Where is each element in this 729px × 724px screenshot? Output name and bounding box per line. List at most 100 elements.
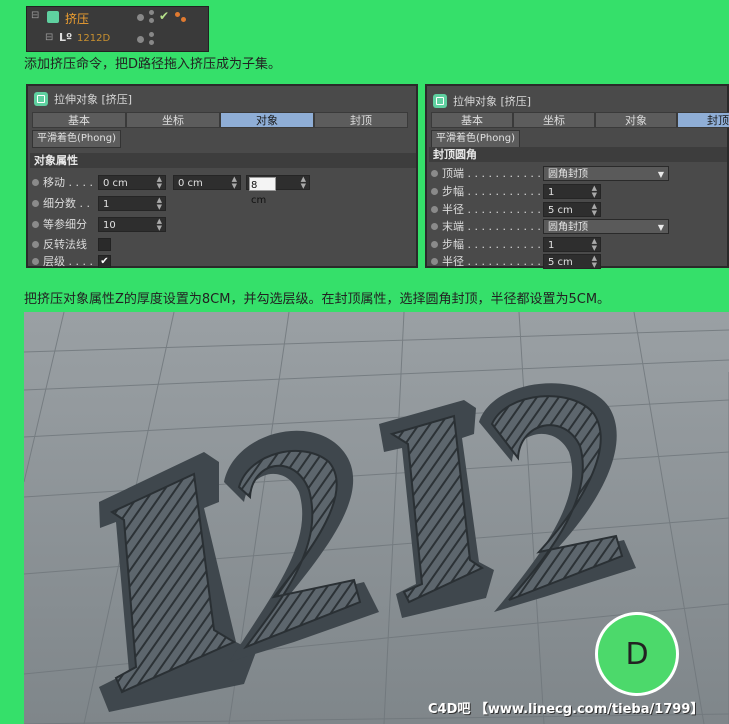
om-row-path[interactable]: ⊟ Lº 1212D <box>27 30 208 51</box>
animate-dot-icon[interactable] <box>32 220 39 228</box>
attributes-panel-object: 拉伸对象 [挤压] 基本 坐标 对象 封顶 平滑着色(Phong) 对象属性 移… <box>26 84 418 268</box>
animate-dot-icon[interactable] <box>431 169 438 177</box>
animate-dot-icon[interactable] <box>431 205 438 213</box>
phong-button[interactable]: 平滑着色(Phong) <box>32 130 121 148</box>
caption-step2: 把挤压对象属性Z的厚度设置为8CM，并勾选层级。在封顶属性，选择圆角封顶，半径都… <box>24 292 611 307</box>
radius-start-label: 半径 . . . . . . . . . . . . . <box>442 203 555 216</box>
chevron-down-icon: ▼ <box>657 170 664 179</box>
editor-dot-icon[interactable] <box>149 40 154 45</box>
tab-coord[interactable]: 坐标 <box>126 112 220 128</box>
panel-title: 拉伸对象 [挤压] <box>433 92 531 110</box>
tab-object[interactable]: 对象 <box>595 112 677 128</box>
spinner-icon[interactable]: ▲ ▼ <box>592 185 597 199</box>
flip-normals-row: 反转法线 <box>32 235 87 253</box>
tab-caps[interactable]: 封顶 <box>677 112 729 128</box>
animate-dot-icon[interactable] <box>32 178 39 186</box>
tag-icon[interactable] <box>181 17 186 22</box>
flip-normals-label: 反转法线 <box>43 238 87 251</box>
caption-step1: 添加挤压命令，把D路径拖入挤压成为子集。 <box>24 57 282 72</box>
tab-caps[interactable]: 封顶 <box>314 112 408 128</box>
animate-dot-icon[interactable] <box>431 257 438 265</box>
radius-end-field[interactable]: 5 cm ▲ ▼ <box>543 254 601 269</box>
move-y-value: 0 cm <box>178 178 203 189</box>
iso-label: 等参细分 <box>43 218 87 231</box>
move-z-field[interactable]: 8 cm ▲ ▼ <box>246 175 310 206</box>
tab-bar: 基本 坐标 对象 封顶 <box>32 112 408 128</box>
steps-start-label: 步幅 . . . . . . . . . . . . . <box>442 185 555 198</box>
om-row-extrude[interactable]: ⊟ 挤压 ✔ <box>27 8 208 29</box>
subdiv-field[interactable]: 1 ▲ ▼ <box>98 196 166 211</box>
steps-end-label: 步幅 . . . . . . . . . . . . . <box>442 238 555 251</box>
render-dot-icon[interactable] <box>149 32 154 37</box>
iso-value: 10 <box>103 220 116 231</box>
cap-end-row: 末端 . . . . . . . . . . . . . <box>431 217 555 235</box>
tab-coord[interactable]: 坐标 <box>513 112 595 128</box>
spinner-icon[interactable]: ▲ ▼ <box>157 218 162 232</box>
visibility-dot-icon[interactable] <box>137 14 144 21</box>
tag-icon[interactable] <box>175 12 180 17</box>
tree-branch-icon: ⊟ <box>45 32 54 43</box>
tab-basic[interactable]: 基本 <box>32 112 126 128</box>
spinner-icon[interactable]: ▲ ▼ <box>157 176 162 190</box>
extrude-object-icon <box>433 94 447 108</box>
iso-row: 等参细分 <box>32 215 87 233</box>
spinner-icon[interactable]: ▲ ▼ <box>157 197 162 211</box>
move-z-value[interactable]: 8 cm <box>249 177 276 206</box>
badge-letter: D <box>625 636 649 672</box>
subdiv-value: 1 <box>103 199 110 210</box>
section-header: 封顶圆角 <box>429 147 727 162</box>
steps-start-value: 1 <box>548 187 555 198</box>
om-row-name[interactable]: 挤压 <box>65 10 89 27</box>
move-row: 移动 . . . . <box>32 173 93 191</box>
radius-start-value: 5 cm <box>548 205 573 216</box>
panel-title: 拉伸对象 [挤压] <box>34 90 132 108</box>
render-dot-icon[interactable] <box>149 10 154 15</box>
animate-dot-icon[interactable] <box>431 222 438 230</box>
attributes-panel-caps: 拉伸对象 [挤压] 基本 坐标 对象 封顶 平滑着色(Phong) 封顶圆角 顶… <box>425 84 729 269</box>
spinner-icon[interactable]: ▲ ▼ <box>592 238 597 252</box>
cap-start-select[interactable]: 圆角封顶 ▼ <box>543 166 669 181</box>
visibility-dot-icon[interactable] <box>137 36 144 43</box>
phong-button[interactable]: 平滑着色(Phong) <box>431 130 520 148</box>
radius-start-field[interactable]: 5 cm ▲ ▼ <box>543 202 601 217</box>
radius-start-row: 半径 . . . . . . . . . . . . . <box>431 200 555 218</box>
steps-start-field[interactable]: 1 ▲ ▼ <box>543 184 601 199</box>
steps-end-field[interactable]: 1 ▲ ▼ <box>543 237 601 252</box>
radius-end-value: 5 cm <box>548 257 573 268</box>
hierarchy-row: 层级 . . . . <box>32 252 93 270</box>
object-manager: ⊟ 挤压 ✔ ⊟ Lº 1212D <box>26 6 209 52</box>
cap-end-label: 末端 . . . . . . . . . . . . . <box>442 220 555 233</box>
animate-dot-icon[interactable] <box>32 240 39 248</box>
tab-basic[interactable]: 基本 <box>431 112 513 128</box>
om-row-name[interactable]: 1212D <box>77 33 110 44</box>
letter-badge: D <box>595 612 679 696</box>
flip-normals-checkbox[interactable] <box>98 238 111 251</box>
move-label: 移动 . . . . <box>43 176 93 189</box>
watermark: C4D吧 【www.linecg.com/tieba/1799】 <box>428 702 704 717</box>
move-x-value: 0 cm <box>103 178 128 189</box>
animate-dot-icon[interactable] <box>32 199 39 207</box>
move-y-field[interactable]: 0 cm ▲ ▼ <box>173 175 241 190</box>
enabled-check-icon[interactable]: ✔ <box>159 9 169 23</box>
radius-end-label: 半径 . . . . . . . . . . . . . <box>442 255 555 268</box>
chevron-down-icon: ▼ <box>657 223 664 232</box>
cap-end-select[interactable]: 圆角封顶 ▼ <box>543 219 669 234</box>
panel-title-text: 拉伸对象 [挤压] <box>453 95 532 108</box>
hierarchy-label: 层级 . . . . <box>43 255 93 268</box>
spinner-icon[interactable]: ▲ ▼ <box>592 203 597 217</box>
move-x-field[interactable]: 0 cm ▲ ▼ <box>98 175 166 190</box>
tab-bar: 基本 坐标 对象 封顶 <box>431 112 729 128</box>
tree-expand-icon[interactable]: ⊟ <box>31 10 39 21</box>
iso-field[interactable]: 10 ▲ ▼ <box>98 217 166 232</box>
editor-dot-icon[interactable] <box>149 18 154 23</box>
spinner-icon[interactable]: ▲ ▼ <box>301 176 306 190</box>
extrude-object-icon <box>34 92 48 106</box>
animate-dot-icon[interactable] <box>431 240 438 248</box>
spinner-icon[interactable]: ▲ ▼ <box>592 255 597 269</box>
tab-object[interactable]: 对象 <box>220 112 314 128</box>
hierarchy-checkbox[interactable]: ✔ <box>98 255 111 268</box>
animate-dot-icon[interactable] <box>32 257 39 265</box>
spinner-icon[interactable]: ▲ ▼ <box>232 176 237 190</box>
animate-dot-icon[interactable] <box>431 187 438 195</box>
cap-start-row: 顶端 . . . . . . . . . . . . . <box>431 164 555 182</box>
